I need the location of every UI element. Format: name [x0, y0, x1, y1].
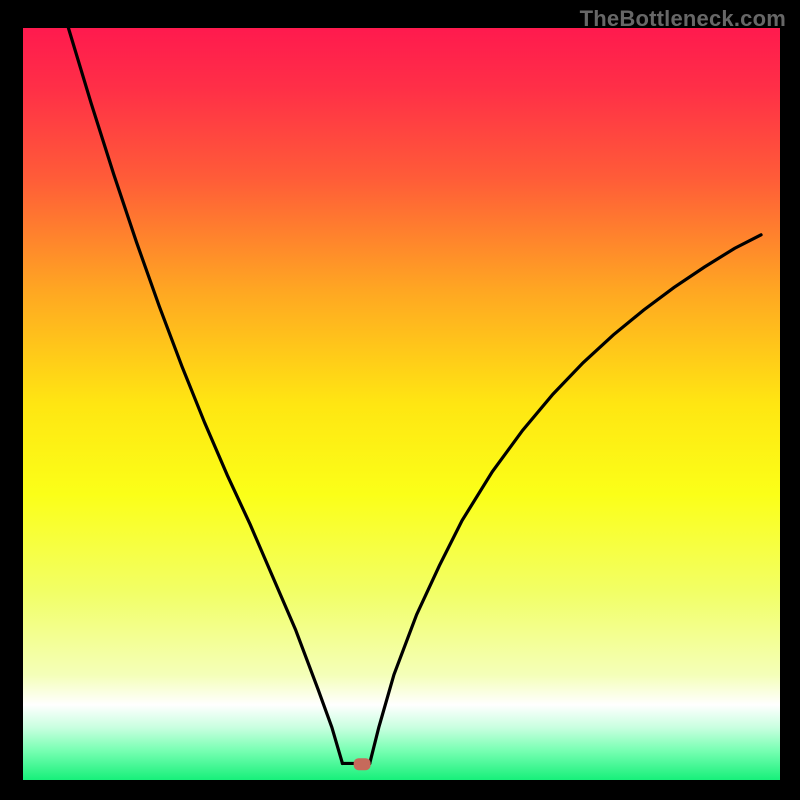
chart-frame: { "watermark": "TheBottleneck.com", "cha… — [0, 0, 800, 800]
watermark-text: TheBottleneck.com — [580, 6, 786, 32]
minimum-marker — [354, 758, 371, 770]
gradient-background — [23, 28, 780, 780]
chart-svg — [0, 0, 800, 800]
